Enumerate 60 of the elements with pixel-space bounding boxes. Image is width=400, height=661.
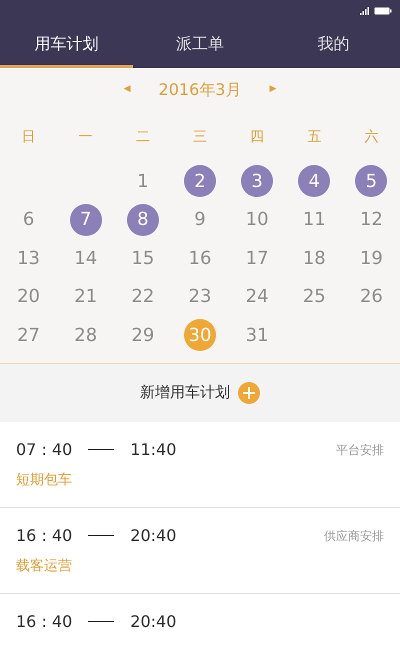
- end-time: 20:40: [130, 610, 176, 632]
- calendar-day[interactable]: 20: [12, 280, 45, 313]
- weekday-label: 五: [307, 128, 322, 146]
- calendar-day[interactable]: 22: [126, 280, 159, 313]
- calendar-day[interactable]: 30: [184, 319, 216, 352]
- calendar-day[interactable]: 25: [298, 280, 330, 313]
- calendar-day[interactable]: 5: [355, 165, 388, 198]
- previous-month-button[interactable]: ◀: [120, 83, 135, 97]
- calendar-day[interactable]: 24: [241, 280, 274, 313]
- end-time: 11:40: [130, 438, 176, 460]
- calendar-day[interactable]: 4: [298, 165, 330, 198]
- weekday-label: 日: [22, 128, 36, 146]
- calendar-day[interactable]: 27: [12, 319, 45, 352]
- arranger-label: 平台安排: [336, 442, 384, 458]
- calendar-day[interactable]: 1: [126, 165, 159, 198]
- arranger-label: 供应商安排: [324, 528, 384, 544]
- tab[interactable]: 我的: [266, 22, 400, 68]
- next-month-button[interactable]: ▶: [265, 83, 280, 97]
- calendar-day[interactable]: 10: [241, 204, 274, 236]
- start-time: 16 : 40: [16, 610, 72, 632]
- weekday-label: 一: [78, 128, 93, 146]
- start-time: 07 : 40: [16, 438, 72, 460]
- calendar-day[interactable]: 9: [184, 204, 216, 236]
- plan-item[interactable]: 07 : 40 11:40 平台安排 短期包车: [0, 422, 400, 508]
- calendar-day[interactable]: 13: [12, 242, 45, 274]
- weekday-label: 二: [136, 128, 150, 146]
- calendar-day[interactable]: 23: [184, 280, 216, 313]
- end-time: 20:40: [130, 524, 176, 546]
- start-time: 16 : 40: [16, 524, 72, 546]
- calendar-day[interactable]: 6: [12, 204, 45, 236]
- battery-icon: [374, 7, 392, 15]
- calendar-day[interactable]: 2: [184, 165, 216, 198]
- calendar-day[interactable]: 11: [298, 204, 330, 236]
- calendar-day[interactable]: 14: [70, 242, 102, 274]
- category-label: 短期包车: [16, 470, 73, 490]
- add-plan-button[interactable]: 新增用车计划: [139, 380, 261, 405]
- month-title: 2016年3月: [158, 79, 242, 101]
- calendar-day[interactable]: 3: [241, 165, 274, 198]
- calendar-day[interactable]: 29: [126, 319, 159, 352]
- signal-icon: [360, 7, 370, 15]
- plus-icon: [238, 382, 260, 404]
- calendar-day[interactable]: 12: [355, 204, 388, 236]
- calendar-day[interactable]: 18: [298, 242, 330, 274]
- weekday-label: 四: [250, 128, 264, 146]
- plan-item[interactable]: 16 : 40 20:40 供应商安排 载客运营: [0, 508, 400, 594]
- weekday-label: 三: [192, 128, 207, 146]
- calendar-day[interactable]: 15: [126, 242, 159, 274]
- calendar-day[interactable]: 26: [355, 280, 388, 313]
- tab[interactable]: 派工单: [133, 22, 267, 68]
- calendar-day[interactable]: 28: [70, 319, 102, 352]
- plan-item[interactable]: 16 : 40 20:40: [0, 594, 400, 634]
- calendar-day[interactable]: 19: [355, 242, 388, 274]
- calendar-day[interactable]: 31: [241, 319, 274, 352]
- calendar-day[interactable]: 17: [241, 242, 274, 274]
- calendar-day[interactable]: 7: [70, 204, 102, 236]
- calendar-day[interactable]: 16: [184, 242, 216, 274]
- category-label: 载客运营: [16, 556, 73, 576]
- calendar-day[interactable]: 21: [70, 280, 102, 313]
- calendar-day[interactable]: 8: [126, 204, 159, 236]
- weekday-label: 六: [364, 128, 378, 146]
